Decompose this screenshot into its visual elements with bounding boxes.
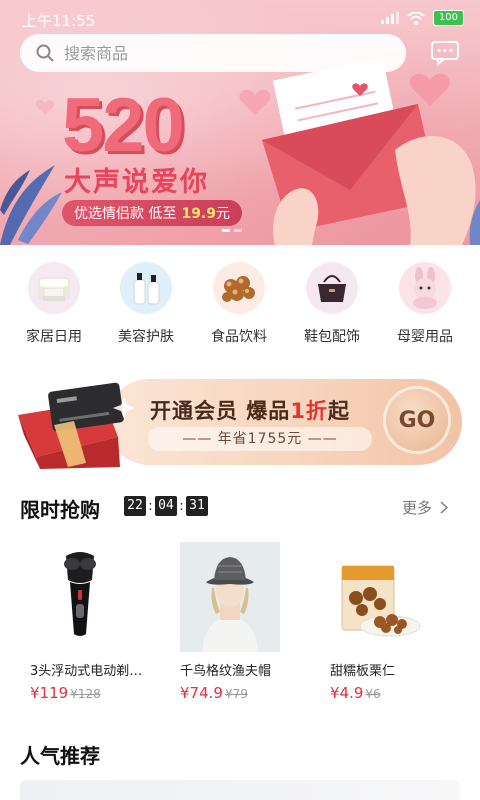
- product-price: ¥119: [30, 684, 69, 702]
- more-label: 更多: [402, 499, 433, 517]
- gift-box-icon: [18, 382, 135, 469]
- promo-price: 19.9: [181, 206, 216, 222]
- membership-title-highlight: 1折: [290, 399, 328, 423]
- message-icon[interactable]: [430, 40, 460, 66]
- banner-promo-tag[interactable]: 优选情侣款 低至 19.9元: [62, 200, 242, 226]
- promo-text: 优选情侣款 低至: [74, 206, 177, 222]
- carousel-dot-active: [222, 229, 230, 232]
- product-price: ¥4.9: [330, 684, 364, 702]
- banner-headline: 大声说爱你: [64, 167, 209, 198]
- carousel-indicator: [222, 229, 242, 232]
- product-card[interactable]: 千鸟格纹渔夫帽 ¥74.9 ¥79: [180, 542, 310, 702]
- category-item-bags[interactable]: 鞋包配饰: [286, 262, 378, 346]
- membership-title: 开通会员 爆品1折起: [150, 395, 350, 425]
- product-old-price: ¥6: [365, 687, 381, 701]
- category-label: 食品饮料: [211, 329, 267, 345]
- hero-banner[interactable]: 上午11:55 100 520 大声说爱你 优选情侣款 低至 19.9元: [0, 0, 480, 245]
- countdown-separator: :: [148, 498, 153, 514]
- popular-section-title: 人气推荐: [20, 744, 100, 768]
- product-name: 3头浮动式电动剃须刀: [30, 664, 154, 679]
- category-item-home[interactable]: 家居日用: [8, 262, 100, 346]
- product-image-shaver: [30, 542, 130, 652]
- category-label: 鞋包配饰: [304, 329, 360, 345]
- product-name: 甜糯板栗仁: [330, 664, 396, 679]
- search-bar[interactable]: [20, 34, 406, 72]
- countdown-separator: :: [179, 498, 184, 514]
- status-icons: 100: [380, 10, 464, 26]
- battery-icon: 100: [432, 10, 464, 26]
- countdown-minutes: 04: [155, 496, 177, 516]
- membership-title-suffix: 起: [327, 399, 350, 423]
- toy-rabbit-icon: [399, 262, 451, 314]
- countdown-hours: 22: [124, 496, 146, 516]
- search-input[interactable]: [64, 43, 364, 63]
- nuts-icon: [213, 262, 265, 314]
- chevron-right-icon: [440, 501, 449, 514]
- more-link[interactable]: 更多: [402, 497, 449, 518]
- category-label: 家居日用: [26, 329, 82, 345]
- carousel-dot: [234, 229, 242, 232]
- membership-banner[interactable]: 开通会员 爆品1折起 —— 年省1755元 —— GO: [14, 375, 462, 469]
- go-button[interactable]: GO: [386, 389, 448, 451]
- countdown-seconds: 31: [186, 496, 208, 516]
- flash-sale-products: 3头浮动式电动剃须刀 ¥119 ¥128 千鸟格纹渔夫帽 ¥74.9 ¥79 甜…: [0, 542, 480, 702]
- product-old-price: ¥128: [70, 687, 101, 701]
- product-image-bucket-hat: [180, 542, 280, 652]
- category-item-food[interactable]: 食品饮料: [193, 262, 285, 346]
- category-label: 美容护肤: [118, 329, 174, 345]
- category-item-beauty[interactable]: 美容护肤: [100, 262, 192, 346]
- promo-unit: 元: [216, 206, 230, 222]
- handbag-icon: [306, 262, 358, 314]
- banner-number: 520: [62, 83, 185, 168]
- product-price: ¥74.9: [180, 684, 223, 702]
- armchair-icon: [28, 262, 80, 314]
- category-nav: 家居日用 美容护肤 食品饮料 鞋包配饰 母婴用品: [0, 262, 480, 352]
- category-label: 母婴用品: [397, 329, 453, 345]
- product-card[interactable]: 3头浮动式电动剃须刀 ¥119 ¥128: [30, 542, 160, 702]
- countdown-timer: 22 : 04 : 31: [124, 496, 208, 516]
- membership-title-prefix: 开通会员 爆品: [150, 399, 291, 423]
- membership-savings: 年省1755元: [217, 431, 303, 447]
- leaf-decoration-left: [0, 165, 62, 245]
- skincare-bottles-icon: [120, 262, 172, 314]
- wifi-icon: [407, 11, 425, 25]
- popular-card-preview[interactable]: [20, 780, 460, 800]
- category-item-baby[interactable]: 母婴用品: [379, 262, 471, 346]
- product-image-chestnuts: [330, 542, 430, 652]
- status-bar: 上午11:55 100: [0, 0, 480, 36]
- membership-subtitle: —— 年省1755元 ——: [148, 427, 372, 451]
- signal-icon: [380, 12, 399, 24]
- product-name: 千鸟格纹渔夫帽: [180, 664, 272, 679]
- flash-sale-title: 限时抢购: [20, 498, 100, 522]
- search-icon: [36, 44, 54, 62]
- product-old-price: ¥79: [224, 687, 248, 701]
- status-time: 上午11:55: [22, 12, 96, 30]
- product-card[interactable]: 甜糯板栗仁 ¥4.9 ¥6: [330, 542, 460, 702]
